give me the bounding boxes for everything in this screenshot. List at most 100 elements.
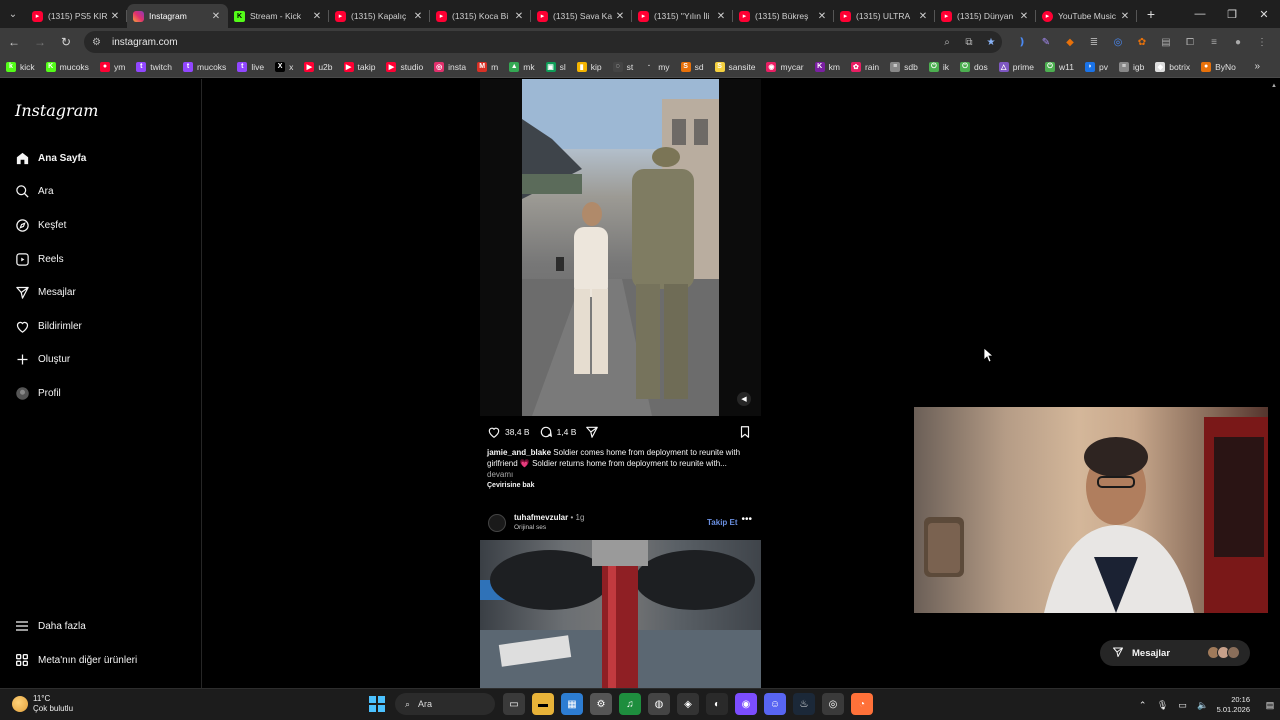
file-explorer-icon[interactable]: ▬	[532, 693, 554, 715]
taskbar-search[interactable]: ⌕ Ara	[395, 693, 495, 715]
browser-tab[interactable]: K Stream - Kick ✕	[228, 4, 329, 28]
browser-tab[interactable]: ▸ (1315) ULTRA ✕	[834, 4, 935, 28]
instagram-logo[interactable]: Instagram	[15, 101, 98, 120]
extension-icon[interactable]: ◆	[1058, 37, 1082, 48]
steam-icon[interactable]: ♨	[793, 693, 815, 715]
bookmark-item[interactable]: t mucoks	[183, 61, 226, 72]
nav-item[interactable]: Meta'nın diğer ürünleri	[14, 651, 137, 669]
zoom-icon[interactable]: ⌕	[936, 37, 958, 48]
bookmark-item[interactable]: Kkm	[814, 61, 840, 72]
bookmark-item[interactable]: ▶ takip	[343, 61, 375, 72]
post-video[interactable]: ◀	[480, 79, 761, 416]
post-username[interactable]: tuhafmevzular	[514, 513, 568, 522]
extension-icon[interactable]: ✎	[1034, 37, 1058, 48]
share-icon[interactable]	[584, 424, 600, 440]
avatar[interactable]	[488, 514, 506, 532]
close-tab-icon[interactable]: ✕	[816, 11, 828, 22]
close-tab-icon[interactable]: ✕	[1119, 11, 1131, 22]
browser-tab[interactable]: ▸ (1315) Bükreş ✕	[733, 4, 834, 28]
bookmark-item[interactable]: ● ym	[99, 61, 125, 72]
browser-tab[interactable]: ▸ (1315) "Yılın İli ✕	[632, 4, 733, 28]
reel-video-frame[interactable]	[522, 79, 719, 416]
extension-icon[interactable]: ≣	[1082, 37, 1106, 48]
nav-item[interactable]: Daha fazla	[14, 617, 86, 635]
bookmark-item[interactable]: ◆ botrix	[1155, 61, 1190, 72]
bookmark-item[interactable]: ⏻ dos	[960, 61, 988, 72]
scroll-up-icon[interactable]: ▲	[1271, 83, 1277, 91]
close-tab-icon[interactable]: ✕	[109, 11, 121, 22]
browser-tab[interactable]: ▸ (1315) Dünyan ✕	[935, 4, 1036, 28]
browser-tab[interactable]: ▸ (1315) Kapalıç ✕	[329, 4, 430, 28]
close-tab-icon[interactable]: ✕	[513, 11, 525, 22]
close-tab-icon[interactable]: ✕	[412, 11, 424, 22]
audio-link[interactable]: Orijinal ses	[514, 524, 546, 531]
firefox-icon[interactable]: ◔	[851, 693, 873, 715]
mute-icon[interactable]: ◀	[737, 392, 751, 406]
bookmark-item[interactable]: ▮ kip	[576, 61, 602, 72]
app-icon[interactable]: ◈	[677, 693, 699, 715]
nav-item[interactable]: Reels	[14, 250, 64, 268]
media-icon[interactable]: ≡	[1202, 37, 1226, 48]
bookmark-item[interactable]: Ssansite	[714, 61, 755, 72]
nav-item[interactable]: Ana Sayfa	[14, 149, 86, 167]
bookmark-item[interactable]: ◌ st	[612, 61, 633, 72]
bookmark-star-icon[interactable]: ★	[980, 37, 1002, 48]
restore-icon[interactable]: ❐	[1216, 0, 1248, 28]
like-count[interactable]: 38,4 B	[505, 427, 530, 437]
settings-icon[interactable]: ⚙	[590, 693, 612, 715]
post-username[interactable]: jamie_and_blake	[487, 448, 551, 457]
bookmark-item[interactable]: ◉ mycar	[766, 61, 804, 72]
bookmarks-overflow-icon[interactable]: »	[1254, 61, 1260, 72]
bookmark-item[interactable]: ✿ rain	[850, 61, 879, 72]
extension-icon[interactable]: ▤	[1154, 37, 1178, 48]
more-options-icon[interactable]: •••	[741, 514, 752, 525]
url-field[interactable]: ⚙ instagram.com ⌕ ⧉ ★	[84, 31, 1002, 53]
bookmark-item[interactable]: △ prime	[998, 61, 1034, 72]
bookmark-item[interactable]: ◎ insta	[434, 61, 466, 72]
close-tab-icon[interactable]: ✕	[614, 11, 626, 22]
app-icon[interactable]: ♫	[619, 693, 641, 715]
site-settings-icon[interactable]: ⚙	[92, 37, 106, 48]
extension-icon[interactable]: ❫	[1010, 37, 1034, 48]
bookmark-item[interactable]: ⏻ ik	[928, 61, 949, 72]
bookmark-item[interactable]: ▶ studio	[386, 61, 423, 72]
nav-item[interactable]: Mesajlar	[14, 283, 76, 301]
browser-menu-icon[interactable]: ⋮	[1250, 37, 1274, 48]
bookmark-item[interactable]: k kick	[6, 61, 35, 72]
clock[interactable]: 20:16 5.01.2026	[1217, 695, 1250, 715]
bookmark-item[interactable]: ▶ u2b	[304, 61, 333, 72]
close-window-icon[interactable]: ✕	[1248, 0, 1280, 28]
weather-widget[interactable]: 11°C Çok bulutlu	[12, 694, 73, 714]
page-scrollbar[interactable]: ▲	[1268, 79, 1280, 688]
follow-button[interactable]: Takip Et	[707, 518, 738, 527]
network-icon[interactable]: ▭	[1173, 700, 1193, 711]
volume-icon[interactable]: 🔈	[1193, 700, 1213, 711]
bookmark-item[interactable]: Mm	[477, 61, 498, 72]
bookmark-item[interactable]: Xx	[275, 61, 293, 72]
like-icon[interactable]	[486, 424, 502, 440]
app-icon[interactable]: ◉	[735, 693, 757, 715]
extension-icon[interactable]: ✿	[1130, 37, 1154, 48]
see-translation-link[interactable]: Çevirisine bak	[487, 482, 534, 489]
tab-search-icon[interactable]: ⌄	[0, 0, 26, 28]
bookmark-item[interactable]: t twitch	[136, 61, 172, 72]
install-app-icon[interactable]: ⧉	[958, 37, 980, 48]
browser-tab[interactable]: ▸ (1315) PS5 KIR ✕	[26, 4, 127, 28]
close-tab-icon[interactable]: ✕	[311, 11, 323, 22]
profile-icon[interactable]: ●	[1226, 37, 1250, 48]
bookmark-item[interactable]: ▣ sl	[545, 61, 566, 72]
back-icon[interactable]: ←	[2, 30, 26, 54]
discord-icon[interactable]: ☺	[764, 693, 786, 715]
extensions-puzzle-icon[interactable]: ⧠	[1178, 37, 1202, 48]
close-tab-icon[interactable]: ✕	[917, 11, 929, 22]
tray-overflow-icon[interactable]: ⌃	[1133, 700, 1153, 711]
comment-icon[interactable]	[538, 424, 554, 440]
browser-tab[interactable]: ▸ YouTube Music ✕	[1036, 4, 1137, 28]
nav-item[interactable]: Keşfet	[14, 216, 66, 234]
app-icon[interactable]: ◍	[648, 693, 670, 715]
messages-pill[interactable]: Mesajlar	[1100, 640, 1250, 666]
bookmark-item[interactable]: Kmucoks	[45, 61, 89, 72]
task-view-icon[interactable]: ▭	[503, 693, 525, 715]
nav-item[interactable]: Profil	[14, 384, 61, 402]
extension-icon[interactable]: ◎	[1106, 37, 1130, 48]
